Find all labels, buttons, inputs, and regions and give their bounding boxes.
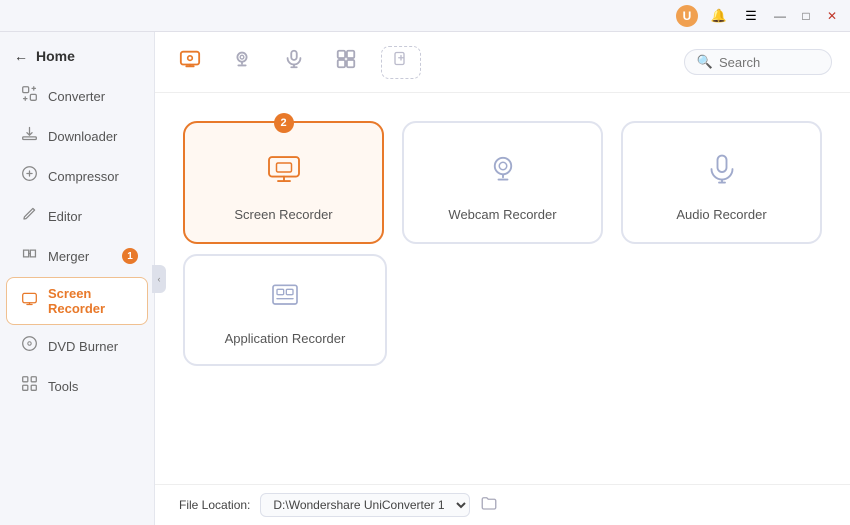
new-file-button[interactable] — [381, 46, 421, 79]
recorder-grid: 2 Screen Recorder — [155, 93, 850, 254]
editor-label: Editor — [48, 209, 82, 224]
screen-recorder-badge: 2 — [274, 113, 294, 133]
sidebar-item-downloader[interactable]: Downloader — [6, 117, 148, 155]
sidebar-item-compressor[interactable]: Compressor — [6, 157, 148, 195]
search-input[interactable] — [719, 55, 819, 70]
compressor-icon — [20, 165, 38, 187]
home-button[interactable]: ← Home — [0, 42, 154, 70]
app-recorder-row: Application Recorder — [155, 254, 850, 366]
sidebar-item-tools[interactable]: Tools — [6, 367, 148, 405]
webcam-recorder-card-label: Webcam Recorder — [448, 207, 556, 222]
file-location-select[interactable]: D:\Wondershare UniConverter 1 — [260, 493, 470, 517]
converter-label: Converter — [48, 89, 105, 104]
sidebar: ← Home Converter Downloader — [0, 32, 155, 525]
dvd-icon — [20, 335, 38, 357]
main-content: 🔍 2 Screen Recorder — [155, 32, 850, 525]
toolbar-mic-icon[interactable] — [277, 44, 311, 80]
screen-recorder-card[interactable]: 2 Screen Recorder — [183, 121, 384, 244]
search-box: 🔍 — [684, 49, 832, 75]
merger-icon — [20, 245, 38, 267]
folder-icon[interactable] — [480, 494, 498, 517]
compressor-label: Compressor — [48, 169, 119, 184]
home-label: Home — [36, 48, 75, 64]
titlebar: U 🔔 ☰ — □ ✕ — [0, 0, 850, 32]
editor-icon — [20, 205, 38, 227]
sidebar-item-merger[interactable]: Merger 1 — [6, 237, 148, 275]
back-icon: ← — [14, 48, 28, 64]
app-recorder-card-icon — [269, 280, 301, 319]
titlebar-icons: U 🔔 ☰ — □ ✕ — [676, 5, 840, 27]
avatar-icon[interactable]: U — [676, 5, 698, 27]
tools-label: Tools — [48, 379, 78, 394]
app-recorder-card[interactable]: Application Recorder — [183, 254, 387, 366]
webcam-recorder-card-icon — [485, 151, 521, 195]
menu-icon[interactable]: ☰ — [740, 5, 762, 27]
webcam-recorder-card[interactable]: Webcam Recorder — [402, 121, 603, 244]
screen-recorder-label: Screen Recorder — [48, 286, 133, 316]
toolbar-webcam-icon[interactable] — [225, 44, 259, 80]
merger-badge: 1 — [122, 248, 138, 264]
search-icon: 🔍 — [697, 54, 713, 70]
bottom-bar: File Location: D:\Wondershare UniConvert… — [155, 484, 850, 525]
downloader-icon — [20, 125, 38, 147]
sidebar-collapse-handle[interactable]: ‹ — [152, 265, 166, 293]
bell-icon[interactable]: 🔔 — [708, 5, 730, 27]
audio-recorder-card-label: Audio Recorder — [676, 207, 766, 222]
audio-recorder-card[interactable]: Audio Recorder — [621, 121, 822, 244]
maximize-button[interactable]: □ — [798, 8, 814, 24]
dvd-burner-label: DVD Burner — [48, 339, 118, 354]
app-recorder-card-label: Application Recorder — [225, 331, 346, 346]
file-location-label: File Location: — [179, 498, 250, 512]
merger-label: Merger — [48, 249, 89, 264]
app-body: ← Home Converter Downloader — [0, 32, 850, 525]
toolbar-grid-icon[interactable] — [329, 44, 363, 80]
close-button[interactable]: ✕ — [824, 8, 840, 24]
top-toolbar: 🔍 — [155, 32, 850, 93]
sidebar-item-editor[interactable]: Editor — [6, 197, 148, 235]
minimize-button[interactable]: — — [772, 8, 788, 24]
downloader-label: Downloader — [48, 129, 117, 144]
sidebar-item-dvd-burner[interactable]: DVD Burner — [6, 327, 148, 365]
audio-recorder-card-icon — [704, 151, 740, 195]
converter-icon — [20, 85, 38, 107]
tools-icon — [20, 375, 38, 397]
toolbar-screen-icon[interactable] — [173, 44, 207, 80]
screen-recorder-card-label: Screen Recorder — [234, 207, 332, 222]
screen-recorder-sidebar-icon — [21, 290, 38, 312]
sidebar-item-converter[interactable]: Converter — [6, 77, 148, 115]
screen-recorder-card-icon — [266, 151, 302, 195]
sidebar-item-screen-recorder[interactable]: Screen Recorder — [6, 277, 148, 325]
